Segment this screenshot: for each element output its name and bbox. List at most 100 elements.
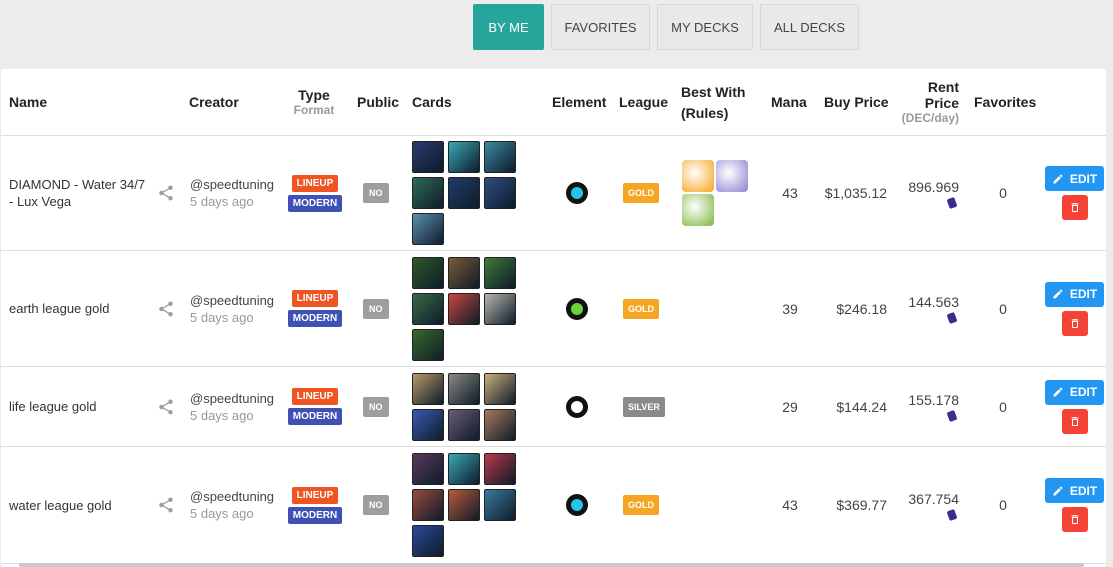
card-thumbnail[interactable] <box>412 489 444 521</box>
league-badge: GOLD <box>623 183 659 203</box>
table-header: Name Creator Type Format Public Cards El… <box>1 69 1106 136</box>
share-icon[interactable] <box>157 136 175 250</box>
element-icon <box>566 395 588 418</box>
card-thumbnail[interactable] <box>412 177 444 209</box>
card-thumbnail[interactable] <box>412 213 444 245</box>
deck-name: water league gold <box>9 497 112 513</box>
buy-price: $369.77 <box>836 497 887 513</box>
public-badge: NO <box>363 298 389 319</box>
rule-icon <box>682 194 714 226</box>
tab-all-decks[interactable]: ALL DECKS <box>760 4 859 50</box>
mana-value: 43 <box>782 185 798 201</box>
mana-value: 29 <box>782 398 798 415</box>
card-thumbnail[interactable] <box>412 372 444 405</box>
header-mana: Mana <box>771 94 807 110</box>
delete-button[interactable] <box>1062 507 1088 532</box>
created-age: 5 days ago <box>190 506 254 521</box>
rule-icon <box>716 160 748 192</box>
card-thumbnail[interactable] <box>484 408 516 441</box>
rules-grid <box>681 136 755 250</box>
card-thumbnail[interactable] <box>448 408 480 441</box>
header-type: Type Format <box>287 69 341 135</box>
dec-gem-icon <box>946 196 958 209</box>
favorites-count: 0 <box>999 185 1007 201</box>
card-thumbnail[interactable] <box>448 489 480 521</box>
delete-button[interactable] <box>1062 310 1088 336</box>
element-icon <box>566 297 588 320</box>
card-thumbnail[interactable] <box>412 408 444 441</box>
card-thumbnail[interactable] <box>448 372 480 405</box>
card-thumbnail[interactable] <box>448 177 480 209</box>
card-thumbnail[interactable] <box>484 453 516 485</box>
header-buy-price: Buy Price <box>824 94 889 110</box>
pencil-icon <box>1053 485 1063 495</box>
card-thumbnail[interactable] <box>484 292 516 325</box>
deck-name: life league gold <box>9 399 97 414</box>
trash-icon <box>1071 416 1079 426</box>
tab-favorites[interactable]: FAVORITES <box>551 4 650 50</box>
card-grid <box>412 251 516 366</box>
edit-label: EDIT <box>1069 483 1098 498</box>
edit-button[interactable]: EDIT <box>1045 379 1104 405</box>
league-badge: GOLD <box>623 495 659 515</box>
type-badge: LINEUP <box>291 388 339 405</box>
creator-name[interactable]: @speedtuning <box>190 177 274 192</box>
header-rent-1: Rent <box>927 79 959 95</box>
card-thumbnail[interactable] <box>484 141 516 173</box>
edit-button[interactable]: EDIT <box>1045 478 1104 503</box>
card-thumbnail[interactable] <box>412 453 444 485</box>
rules-grid <box>681 251 755 366</box>
league-badge: SILVER <box>623 396 665 417</box>
type-badge: LINEUP <box>291 290 339 307</box>
creator-name[interactable]: @speedtuning <box>190 489 274 504</box>
format-badge: MODERN <box>287 506 343 524</box>
table-row: life league gold @speedtuning 5 days ago… <box>1 367 1106 447</box>
buy-price: $144.24 <box>836 398 887 415</box>
created-age: 5 days ago <box>190 194 254 209</box>
card-thumbnail[interactable] <box>412 328 444 361</box>
horizontal-scrollbar[interactable] <box>19 563 1084 567</box>
favorites-count: 0 <box>999 398 1007 415</box>
share-icon[interactable] <box>157 251 175 366</box>
card-thumbnail[interactable] <box>412 141 444 173</box>
edit-button[interactable]: EDIT <box>1045 166 1104 191</box>
table-row: earth league gold @speedtuning 5 days ag… <box>1 251 1106 367</box>
header-rent-sub: (DEC/day) <box>901 111 959 125</box>
element-icon <box>566 182 588 204</box>
rule-icon <box>682 160 714 192</box>
format-badge: MODERN <box>287 194 343 212</box>
card-grid <box>412 136 516 250</box>
card-thumbnail[interactable] <box>412 292 444 325</box>
card-thumbnail[interactable] <box>484 256 516 289</box>
header-creator: Creator <box>189 94 239 110</box>
card-thumbnail[interactable] <box>484 372 516 405</box>
edit-label: EDIT <box>1069 171 1098 186</box>
delete-button[interactable] <box>1062 195 1088 220</box>
favorites-count: 0 <box>999 497 1007 513</box>
card-thumbnail[interactable] <box>412 525 444 557</box>
card-thumbnail[interactable] <box>412 256 444 289</box>
tab-by-me[interactable]: BY ME <box>473 4 544 50</box>
card-thumbnail[interactable] <box>448 453 480 485</box>
edit-label: EDIT <box>1069 385 1098 399</box>
share-icon[interactable] <box>157 367 175 446</box>
card-thumbnail[interactable] <box>448 256 480 289</box>
rent-price: 144.563 <box>908 294 959 310</box>
share-icon[interactable] <box>157 447 175 563</box>
card-thumbnail[interactable] <box>484 177 516 209</box>
tab-my-decks[interactable]: MY DECKS <box>657 4 753 50</box>
header-best-with: Best With (Rules) <box>681 69 745 135</box>
card-thumbnail[interactable] <box>448 292 480 325</box>
creator-name[interactable]: @speedtuning <box>190 391 274 406</box>
rent-price: 367.754 <box>908 490 959 507</box>
format-badge: MODERN <box>287 408 343 425</box>
pencil-icon <box>1053 289 1063 299</box>
edit-button[interactable]: EDIT <box>1045 281 1104 307</box>
created-age: 5 days ago <box>190 309 254 325</box>
type-badge: LINEUP <box>291 486 339 504</box>
card-thumbnail[interactable] <box>484 489 516 521</box>
header-type-label: Type <box>298 87 330 103</box>
creator-name[interactable]: @speedtuning <box>190 293 274 308</box>
delete-button[interactable] <box>1062 408 1088 434</box>
card-thumbnail[interactable] <box>448 141 480 173</box>
